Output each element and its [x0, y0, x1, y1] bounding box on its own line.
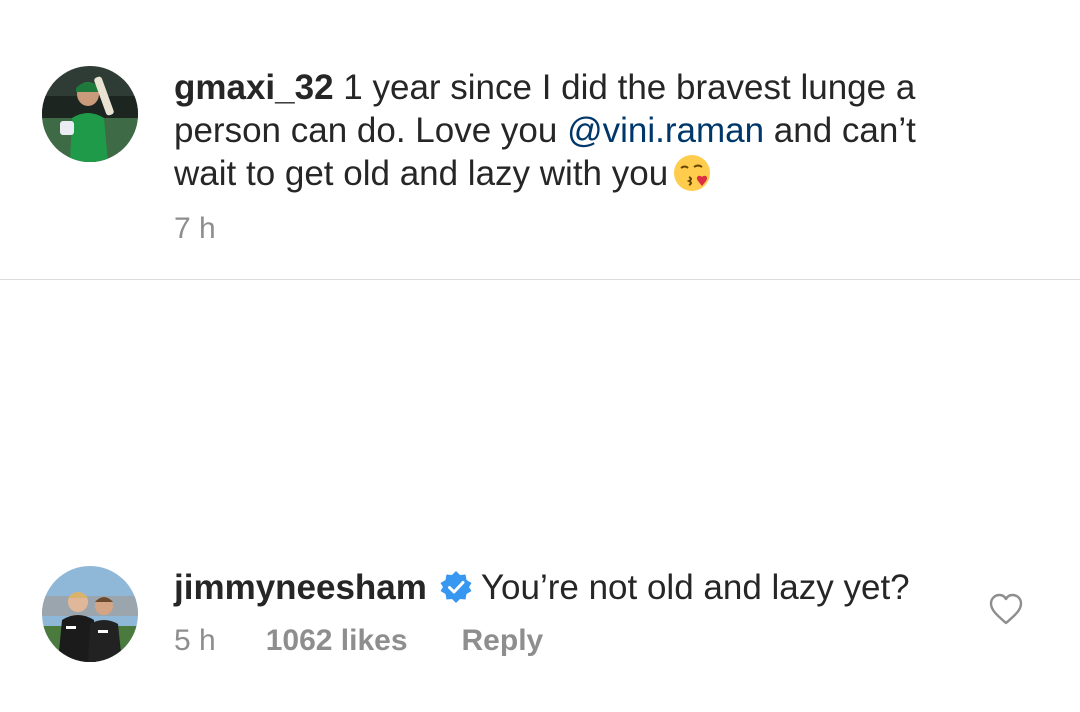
comment-row: jimmyneesham You’re not old and lazy yet…	[0, 540, 1080, 712]
avatar-two-players-image	[42, 566, 138, 662]
caption-block: gmaxi_32 1 year since I did the bravest …	[0, 0, 1080, 280]
commenter-avatar[interactable]	[42, 566, 138, 662]
caption-author-avatar[interactable]	[42, 66, 138, 162]
comment-line: jimmyneesham You’re not old and lazy yet…	[174, 566, 910, 609]
heart-outline-icon[interactable]	[988, 592, 1024, 626]
comment-likes-count[interactable]: 1062 likes	[266, 624, 408, 658]
caption-timestamp: 7 h	[174, 212, 216, 245]
avatar-cricketer-image	[42, 66, 138, 162]
caption-mention-link[interactable]: @vini.raman	[567, 111, 764, 150]
reply-button[interactable]: Reply	[462, 624, 544, 658]
section-divider	[0, 279, 1080, 280]
verified-badge-icon	[440, 571, 472, 603]
comment-meta: 5 h 1062 likes Reply	[174, 624, 543, 658]
caption-text: gmaxi_32 1 year since I did the bravest …	[174, 66, 974, 195]
comment-text: You’re not old and lazy yet?	[480, 568, 910, 607]
caption-username[interactable]: gmaxi_32	[174, 68, 334, 107]
comment-timestamp: 5 h	[174, 624, 216, 657]
face-blowing-kiss-icon	[674, 155, 711, 191]
commenter-username[interactable]: jimmyneesham	[174, 568, 427, 607]
